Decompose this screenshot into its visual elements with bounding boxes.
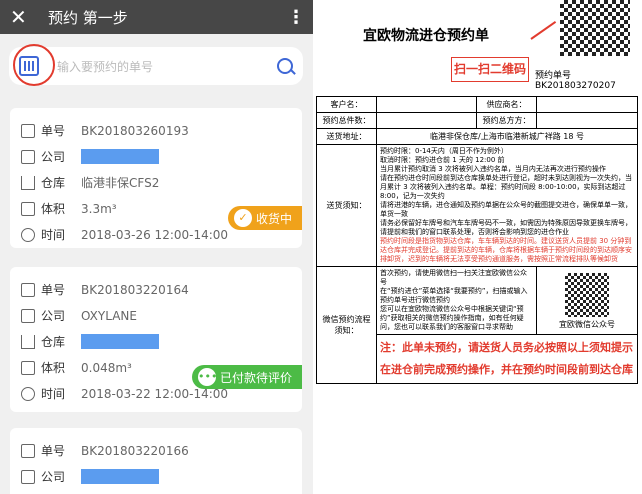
pieces-label: 预约总件数： xyxy=(316,112,377,129)
notice-label: 送货须知： xyxy=(316,144,377,267)
redacted-block xyxy=(81,334,159,349)
order-value: BK201803260193 xyxy=(81,123,189,138)
redacted-block xyxy=(81,469,159,484)
truck-icon: ✓ xyxy=(233,209,252,227)
warehouse-icon xyxy=(21,175,35,190)
process-label: 微信预约流程 xyxy=(322,315,371,324)
order-label: 单号 xyxy=(41,444,66,458)
warehouse-value: 临港非保CFS2 xyxy=(81,176,160,190)
volume-icon xyxy=(21,360,35,375)
company-label: 公司 xyxy=(41,470,66,484)
status-badge: ✓ 收货中 xyxy=(227,206,302,230)
close-icon[interactable]: ✕ xyxy=(10,5,34,29)
document-icon xyxy=(21,282,35,297)
company-label: 公司 xyxy=(41,309,66,323)
volume-total-label: 预约总方方： xyxy=(476,112,537,129)
qr-code xyxy=(560,0,630,56)
volume-value: 3.3m³ xyxy=(81,201,117,216)
warehouse-icon xyxy=(21,334,35,349)
notice-item: 预约时限：0-14天内（周日不作为例外） xyxy=(380,147,508,155)
notice-item: 请将进港的车辆，进仓通知及预约单据在公众号的截图提交进仓，确保单单一致，单货一致 xyxy=(380,201,632,218)
process-item: 首次预约，请使用微信扫一扫关注宜欧微信公众号 xyxy=(380,269,527,286)
arrow xyxy=(530,20,557,40)
building-icon xyxy=(21,308,35,323)
process-item: 在“预约进仓”菜单选择“我要预约”，扫描或输入预约单号进行微信预约 xyxy=(380,287,528,304)
notice-item: 预约时间段是指货物到达仓库，车车辆到达的时间。建议送货人员提前 30 分钟到达仓… xyxy=(380,237,632,263)
doc-title: 宜欧物流进仓预约单 xyxy=(363,28,489,44)
document-icon xyxy=(21,443,35,458)
qr-callout: 扫一扫二维码 xyxy=(451,57,529,82)
process-cell: 微信预约流程 须知： xyxy=(316,266,377,384)
wechat-qr-cell: 宜欧微信公众号 xyxy=(536,266,638,335)
scan-icon[interactable] xyxy=(19,56,39,76)
search-icon[interactable] xyxy=(277,58,293,74)
notice-item: 当月累计预约取消 3 次将被列入违约名单，当月内无法再次进行预约操作 xyxy=(380,165,606,173)
phone-screen: ✕ 预约 第一步 ⋮ 输入要预约的单号 单号 BK201803260193 公司 … xyxy=(0,0,313,494)
building-icon xyxy=(21,149,35,164)
time-value: 2018-03-26 12:00-14:00 xyxy=(81,227,229,242)
notice-list: 预约时限：0-14天内（周日不作为例外） 取消时限：预约进仓前 1 天的 12:… xyxy=(376,144,638,267)
warehouse-label: 仓库 xyxy=(41,335,66,349)
status-badge: ••• 已付款待评价 xyxy=(191,365,302,389)
order-label: 单号 xyxy=(41,124,66,138)
notice-item: 取消时限：预约进仓前 1 天的 12:00 前 xyxy=(380,156,505,164)
order-card[interactable]: 单号 BK201803220164 公司 OXYLANE 仓库 体积 0.048m³ … xyxy=(10,267,302,412)
supplier-label: 供应商名： xyxy=(476,96,537,113)
process-item: 您可以在宜欧物流微信公众号中根据关键词“预约”获取相关的微信预约操作指南，如有任… xyxy=(380,305,524,331)
address-label: 送货地址： xyxy=(316,128,377,145)
search-box[interactable]: 输入要预约的单号 xyxy=(9,44,303,86)
warehouse-label: 仓库 xyxy=(41,176,66,190)
volume-value: 0.048m³ xyxy=(81,360,132,375)
process-sub: 须知： xyxy=(334,326,359,335)
process-list: 首次预约，请使用微信扫一扫关注宜欧微信公众号 在“预约进仓”菜单选择“我要预约”… xyxy=(376,266,537,335)
order-card[interactable]: 单号 BK201803260193 公司 仓库 临港非保CFS2 体积 3.3m³ 时… xyxy=(10,108,302,248)
clock-icon xyxy=(21,386,35,401)
building-icon xyxy=(21,469,35,484)
time-label: 时间 xyxy=(41,387,66,401)
status-text: 已付款待评价 xyxy=(219,370,292,385)
order-card[interactable]: 单号 BK201803220166 公司 xyxy=(10,428,302,494)
qr-caption: 宜欧微信公众号 xyxy=(559,320,615,329)
notice-item: 请务必保留好车牌号和汽车车牌号码不一致，如需因为特殊原因导致更换车牌号，请提前和… xyxy=(380,219,632,236)
booking-document: 宜欧物流进仓预约单 扫一扫二维码 预约单号 BK201803270207 客户名… xyxy=(313,0,642,494)
order-value: BK201803220166 xyxy=(81,443,189,458)
volume-icon xyxy=(21,201,35,216)
volume-label: 体积 xyxy=(41,202,66,216)
order-value: BK201803220164 xyxy=(81,282,189,297)
page-title: 预约 第一步 xyxy=(48,8,128,27)
status-text: 收货中 xyxy=(255,211,292,226)
company-label: 公司 xyxy=(41,150,66,164)
time-label: 时间 xyxy=(41,228,66,242)
notice-item: 请在预约进仓时间段前到达仓库换单处进行登记，超时未到达则视为一次失约，当月累计 … xyxy=(380,174,632,200)
dots-icon: ••• xyxy=(197,368,217,386)
client-label: 客户名： xyxy=(316,96,377,113)
warning-note: 注：此单未预约，请送货人员务必按照以上须知提示在进仓前完成预约操作，并在预约时间… xyxy=(376,334,638,384)
redacted-block xyxy=(81,149,159,164)
company-value: OXYLANE xyxy=(81,308,137,323)
order-label: 单号 xyxy=(41,283,66,297)
top-bar: ✕ 预约 第一步 ⋮ xyxy=(0,0,313,34)
clock-icon xyxy=(21,227,35,242)
address-value: 临港非保仓库/上海市临港新城广祥路 18 号 xyxy=(376,128,638,145)
document-icon xyxy=(21,123,35,138)
search-input[interactable]: 输入要预约的单号 xyxy=(57,58,277,75)
booking-number: 预约单号 BK201803270207 xyxy=(535,71,616,91)
more-icon[interactable]: ⋮ xyxy=(287,7,305,28)
booking-table: 客户名： 供应商名： 预约总件数： 预约总方方： 送货地址： 临港非保仓库/上海市临港… xyxy=(316,96,638,384)
volume-label: 体积 xyxy=(41,361,66,375)
wechat-qr xyxy=(565,273,609,317)
